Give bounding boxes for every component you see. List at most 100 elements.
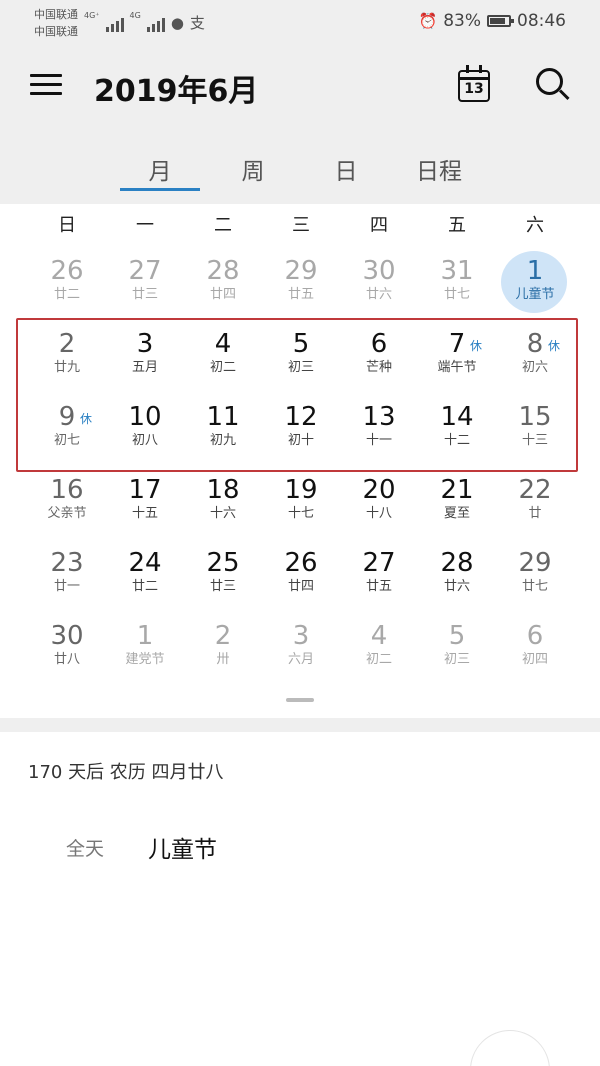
day-cell[interactable]: 30 廿六 — [340, 250, 418, 322]
lunar-date: 卅 — [216, 652, 230, 667]
lunar-date: 十五 — [131, 506, 158, 521]
day-cell[interactable]: 30 廿八 — [28, 615, 106, 687]
day-number: 19 — [284, 475, 318, 505]
drag-handle[interactable] — [286, 698, 314, 702]
week-row: 23 廿一 24 廿二 25 廿三 26 廿四 27 廿五 28 廿六 29 廿七 — [28, 542, 574, 614]
weekday-header: 日一二三四五六 — [28, 204, 574, 248]
day-cell[interactable]: 25 廿三 — [184, 542, 262, 614]
weekday-label: 五 — [448, 215, 466, 236]
lunar-date: 廿五 — [365, 579, 392, 594]
day-number: 24 — [128, 548, 162, 578]
tab-agenda[interactable]: 日程 — [394, 152, 484, 186]
day-cell[interactable]: 21 夏至 — [418, 469, 496, 541]
day-number: 18 — [206, 475, 240, 505]
week-row: 26 廿二 27 廿三 28 廿四 29 廿五 30 廿六 31 廿七 1 儿童节 — [28, 250, 574, 322]
day-cell[interactable]: 28 廿四 — [184, 250, 262, 322]
day-number: 30 — [362, 256, 396, 286]
day-cell[interactable]: 2卅 — [184, 615, 262, 687]
lunar-date: 廿七 — [521, 579, 548, 594]
day-number: 30 — [50, 621, 84, 651]
carrier-label: 中国联通 — [34, 25, 78, 38]
lunar-date: 夏至 — [443, 506, 470, 521]
lunar-date: 初四 — [521, 652, 548, 667]
day-cell[interactable]: 27 廿三 — [106, 250, 184, 322]
lunar-date: 廿六 — [365, 287, 392, 302]
status-bar: 中国联通 中国联通 4G⁺ 4G ● 支 ⏰ 83% 08:46 — [0, 0, 600, 44]
day-cell[interactable]: 28 廿六 — [418, 542, 496, 614]
tab-day[interactable]: 日 — [301, 152, 391, 186]
weekday-label: 四 — [370, 215, 388, 236]
menu-icon[interactable] — [30, 72, 64, 98]
lunar-date: 十七 — [287, 506, 314, 521]
day-cell[interactable]: 3 六月 — [262, 615, 340, 687]
globe-icon: ● — [170, 14, 184, 32]
day-number: 28 — [206, 256, 240, 286]
lunar-date: 十六 — [209, 506, 236, 521]
alarm-icon: ⏰ — [418, 12, 438, 30]
day-number: 23 — [50, 548, 84, 578]
day-cell[interactable]: 29 廿七 — [496, 542, 574, 614]
today-calendar-icon[interactable]: 13 — [458, 65, 490, 102]
day-cell[interactable]: 23 廿一 — [28, 542, 106, 614]
search-icon[interactable] — [536, 68, 570, 102]
battery-icon — [487, 15, 514, 27]
day-cell[interactable]: 26 廿二 — [28, 250, 106, 322]
lunar-date: 廿六 — [443, 579, 470, 594]
lunar-date: 初二 — [365, 652, 392, 667]
day-number: 26 — [284, 548, 318, 578]
day-cell[interactable]: 31 廿七 — [418, 250, 496, 322]
status-right: ⏰ 83% 08:46 — [419, 11, 566, 31]
weekday-label: 六 — [526, 215, 544, 236]
network-type-label: 4G — [129, 11, 141, 20]
section-divider — [0, 718, 600, 732]
lunar-date: 六月 — [287, 652, 314, 667]
signal-icon — [105, 16, 124, 32]
lunar-date: 初三 — [443, 652, 470, 667]
day-cell[interactable]: 17 十五 — [106, 469, 184, 541]
day-number: 29 — [284, 256, 318, 286]
weekday-label: 日 — [58, 215, 76, 236]
day-number: 22 — [518, 475, 552, 505]
day-cell[interactable]: 5 初三 — [418, 615, 496, 687]
battery-percent: 83% — [443, 11, 481, 31]
lunar-date: 廿七 — [443, 287, 470, 302]
lunar-date: 廿三 — [131, 287, 158, 302]
event-title[interactable]: 儿童节 — [148, 830, 217, 864]
day-number: 26 — [50, 256, 84, 286]
signal-group: 4G⁺ 4G ● 支 — [84, 12, 205, 32]
carrier-label: 中国联通 — [34, 8, 78, 21]
day-detail-panel: 170 天后 农历 四月廿八 全天 儿童节 — [0, 732, 600, 1066]
lunar-date: 廿一 — [53, 579, 80, 594]
day-cell[interactable]: 20 十八 — [340, 469, 418, 541]
day-number: 20 — [362, 475, 396, 505]
weekday-label: 三 — [292, 215, 310, 236]
today-icon-day: 13 — [464, 81, 484, 97]
day-cell[interactable]: 4 初二 — [340, 615, 418, 687]
weekday-label: 二 — [214, 215, 232, 236]
day-number: 27 — [128, 256, 162, 286]
tab-month[interactable]: 月 — [115, 152, 205, 186]
day-cell[interactable]: 1 儿童节 — [496, 250, 574, 322]
network-type-label: 4G⁺ — [84, 11, 100, 20]
lunar-date: 廿二 — [131, 579, 158, 594]
month-grid: 日一二三四五六 26 廿二 27 廿三 28 廿四 29 廿五 30 廿六 31 廿七 1 儿童节 2 廿九 3… — [0, 204, 600, 718]
clock: 08:46 — [517, 11, 566, 31]
lunar-date: 廿三 — [209, 579, 236, 594]
day-cell[interactable]: 16 父亲节 — [28, 469, 106, 541]
day-number: 5 — [448, 621, 466, 651]
day-cell[interactable]: 18 十六 — [184, 469, 262, 541]
day-cell[interactable]: 27 廿五 — [340, 542, 418, 614]
day-cell[interactable]: 26 廿四 — [262, 542, 340, 614]
tab-week[interactable]: 周 — [208, 152, 298, 186]
day-cell[interactable]: 1 建党节 — [106, 615, 184, 687]
lunar-date: 廿二 — [53, 287, 80, 302]
day-cell[interactable]: 6 初四 — [496, 615, 574, 687]
day-number: 31 — [440, 256, 474, 286]
day-cell[interactable]: 29 廿五 — [262, 250, 340, 322]
floating-add-button[interactable] — [470, 1030, 550, 1066]
alipay-icon: 支 — [189, 14, 205, 32]
day-cell[interactable]: 22 廿 — [496, 469, 574, 541]
day-cell[interactable]: 19 十七 — [262, 469, 340, 541]
day-number: 1 — [526, 256, 544, 286]
day-cell[interactable]: 24 廿二 — [106, 542, 184, 614]
